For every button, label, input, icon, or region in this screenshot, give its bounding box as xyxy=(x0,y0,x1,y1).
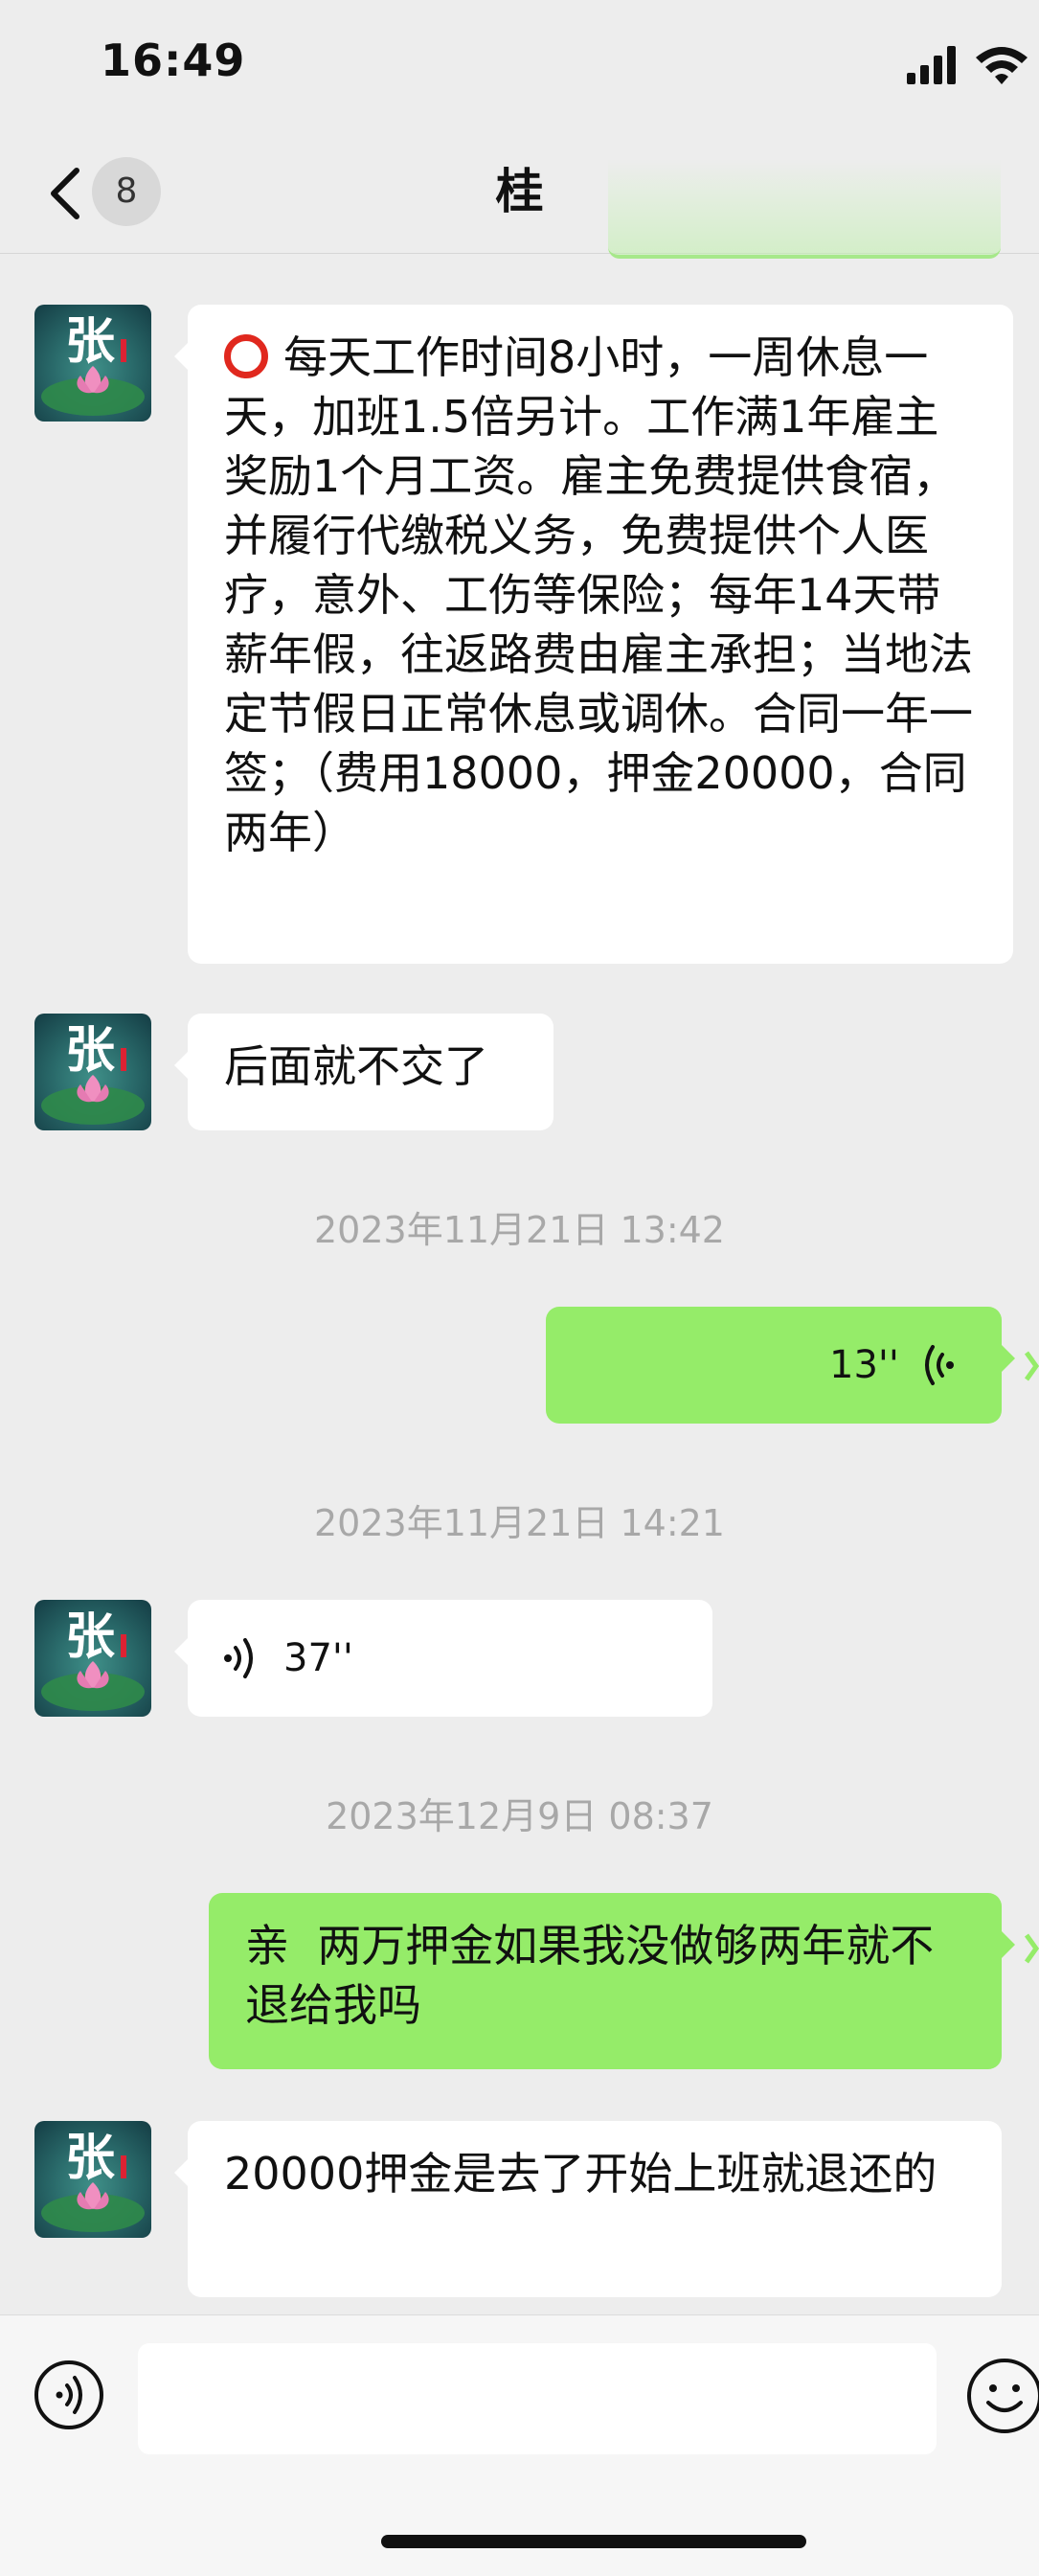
message-text: 每天工作时间8小时，一周休息一天，加班1.5倍另计。工作满1年雇主奖励1个月工资… xyxy=(224,331,973,858)
signal-icon xyxy=(907,46,956,84)
chat-title: 桂 xyxy=(495,164,544,219)
voice-message-sent[interactable]: 13'' xyxy=(546,1307,1015,1424)
voice-wave-icon xyxy=(925,1345,954,1385)
contact-avatar[interactable]: 张 xyxy=(34,1600,151,1717)
message-bubble-received[interactable]: 每天工作时间8小时，一周休息一天，加班1.5倍另计。工作满1年雇主奖励1个月工资… xyxy=(174,305,1013,964)
voice-mode-icon[interactable] xyxy=(33,2359,105,2431)
voice-message-received[interactable]: 37'' xyxy=(174,1600,712,1717)
message-bubble-sent[interactable]: 亲 两万押金如果我没做够两年就不退给我吗 xyxy=(209,1893,1015,2069)
message-bubble-received[interactable]: 后面就不交了 xyxy=(174,1014,553,1130)
wifi-icon xyxy=(976,47,1028,84)
red-circle-icon xyxy=(224,334,268,378)
timestamp: 2023年12月9日 08:37 xyxy=(326,1795,713,1837)
status-icons xyxy=(905,42,1039,88)
message-bubble-received[interactable]: 20000押金是去了开始上班就退还的 xyxy=(174,2121,1002,2297)
message-input[interactable] xyxy=(138,2343,937,2454)
contact-avatar[interactable]: 张 xyxy=(34,305,151,422)
message-text: 后面就不交了 xyxy=(224,1040,488,1092)
voice-wave-icon xyxy=(224,1638,253,1678)
svg-text:张: 张 xyxy=(65,1607,115,1666)
chevron-decoration-icon xyxy=(1024,1933,1039,1964)
svg-text:张: 张 xyxy=(65,312,115,371)
status-bar: 16:49 xyxy=(0,0,1039,134)
contact-avatar[interactable]: 张 xyxy=(34,2121,151,2238)
contact-avatar[interactable]: 张 xyxy=(34,1014,151,1130)
chevron-decoration-icon xyxy=(1024,1351,1039,1381)
status-time: 16:49 xyxy=(101,34,246,86)
voice-duration: 13'' xyxy=(829,1343,899,1387)
message-text: 亲 两万押金如果我没做够两年就不退给我吗 xyxy=(245,1920,935,2031)
home-indicator xyxy=(381,2535,806,2548)
emoji-icon[interactable] xyxy=(965,2357,1039,2435)
timestamp: 2023年11月21日 14:21 xyxy=(313,1502,725,1544)
message-text: 20000押金是去了开始上班就退还的 xyxy=(224,2148,937,2200)
svg-text:张: 张 xyxy=(65,1021,115,1080)
svg-text:张: 张 xyxy=(65,2129,115,2187)
voice-duration: 37'' xyxy=(283,1636,353,1680)
timestamp: 2023年11月21日 13:42 xyxy=(313,1209,725,1251)
